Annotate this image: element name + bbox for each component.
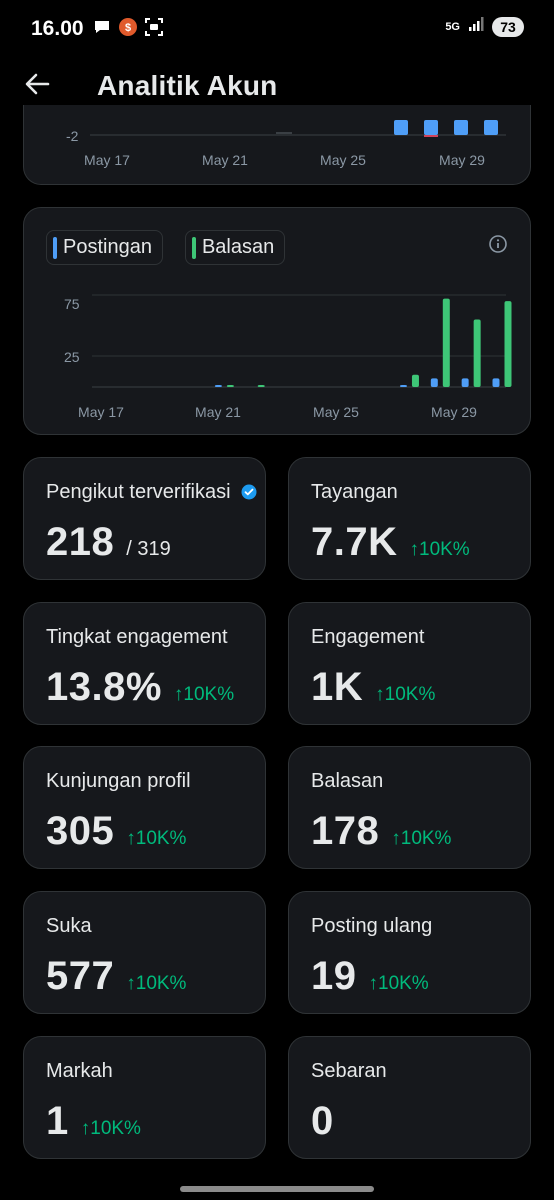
- stat-delta: ↑10K%: [409, 539, 470, 560]
- stat-title: Tingkat engagement: [46, 626, 228, 648]
- stat-row: 577 ↑10K%: [46, 954, 186, 999]
- stat-title: Balasan: [311, 770, 384, 792]
- x-tick-label: May 25: [313, 404, 359, 420]
- stat-card-engagement-rate[interactable]: Tingkat engagement 13.8% ↑10K%: [23, 602, 266, 725]
- stat-card-profile-visits[interactable]: Kunjungan profil 305 ↑10K%: [23, 746, 266, 869]
- stat-title: Posting ulang: [311, 915, 433, 937]
- stat-title: Kunjungan profil: [46, 770, 191, 792]
- stat-delta: ↑10K%: [173, 684, 235, 705]
- y-tick-label: 25: [64, 349, 80, 365]
- chart-bar: [424, 120, 438, 135]
- stat-card-shares[interactable]: Sebaran 0: [288, 1036, 531, 1159]
- posts-replies-chart: Postingan Balasan 75 25 May 17 May 21 Ma…: [23, 207, 531, 435]
- signal-icon: [468, 16, 484, 37]
- stat-card-replies[interactable]: Balasan 178 ↑10K%: [288, 746, 531, 869]
- chart-bar-postingan: [214, 385, 222, 387]
- chart-bar-balasan: [411, 374, 419, 387]
- stat-row: 305 ↑10K%: [46, 809, 186, 854]
- chart-bar: [454, 120, 468, 135]
- svg-text:$: $: [125, 22, 131, 34]
- stat-total: / 319: [126, 538, 171, 560]
- stat-delta: ↑10K%: [368, 973, 429, 994]
- app-badge-icon: $: [118, 17, 138, 37]
- screenshot-icon: [144, 17, 164, 37]
- chart-bar-postingan: [399, 385, 407, 387]
- stat-value: 305: [46, 809, 115, 853]
- stat-title: Sebaran: [311, 1060, 387, 1082]
- stat-title: Tayangan: [311, 481, 398, 503]
- status-right: 5G 73: [445, 16, 524, 37]
- stat-row: 1 ↑10K%: [46, 1099, 141, 1144]
- chart-bar-balasan: [442, 298, 450, 387]
- stat-row: 218 / 319: [46, 520, 171, 565]
- stat-value: 178: [311, 809, 380, 853]
- stat-title: Engagement: [311, 626, 425, 648]
- stat-delta: ↑10K%: [80, 1118, 141, 1139]
- stat-row: 19 ↑10K%: [311, 954, 429, 999]
- chart-top-svg: -2 May 17 May 21 May 25 May 29: [66, 120, 506, 168]
- network-type: 5G: [445, 20, 460, 33]
- stat-value: 19: [311, 954, 357, 998]
- stat-row: 7.7K ↑10K%: [311, 520, 470, 565]
- stat-card-reposts[interactable]: Posting ulang 19 ↑10K%: [288, 891, 531, 1014]
- chart-bar: [484, 120, 498, 135]
- y-tick-label: 75: [64, 296, 80, 312]
- stat-card-bookmarks[interactable]: Markah 1 ↑10K%: [23, 1036, 266, 1159]
- chart-bar: [424, 135, 438, 137]
- x-tick-label: May 21: [195, 404, 241, 420]
- y-tick-label: -2: [66, 128, 79, 144]
- x-tick-label: May 21: [202, 152, 248, 168]
- status-bar: 16.00 $ 5G 73: [0, 0, 554, 56]
- chart-bar-balasan: [504, 301, 512, 387]
- x-tick-label: May 17: [84, 152, 130, 168]
- activity-chart-top: -2 May 17 May 21 May 25 May 29: [23, 105, 531, 185]
- stat-delta: ↑10K%: [126, 973, 187, 994]
- chart-bar-postingan: [492, 378, 500, 387]
- battery-indicator: 73: [492, 16, 524, 37]
- chart-bar-postingan: [461, 378, 469, 387]
- page-title: Analitik Akun: [97, 70, 278, 101]
- stat-delta: ↑10K%: [391, 828, 452, 849]
- notification-icons: $: [92, 17, 164, 37]
- stat-value: 1: [46, 1099, 69, 1143]
- chart-bar-postingan: [430, 378, 438, 387]
- verified-badge-icon: [241, 484, 257, 500]
- chart-bar: [276, 132, 292, 134]
- x-tick-label: May 17: [78, 404, 124, 420]
- x-tick-label: May 29: [439, 152, 485, 168]
- x-tick-label: May 29: [431, 404, 477, 420]
- stat-value: 7.7K: [311, 520, 398, 564]
- x-tick-label: May 25: [320, 152, 366, 168]
- stat-title: Suka: [46, 915, 92, 937]
- stat-value: 13.8%: [46, 665, 162, 709]
- stat-title: Pengikut terverifikasi: [46, 481, 231, 503]
- stat-delta: ↑10K%: [126, 828, 187, 849]
- chart-bar-balasan: [226, 385, 234, 387]
- stat-row: 178 ↑10K%: [311, 809, 451, 854]
- chat-bubble-icon: [92, 17, 112, 37]
- stat-card-likes[interactable]: Suka 577 ↑10K%: [23, 891, 266, 1014]
- chart-bar: [394, 120, 408, 135]
- stat-card-engagement[interactable]: Engagement 1K ↑10K%: [288, 602, 531, 725]
- chart-bottom-svg: 75 25 May 17 May 21 May 25 May 29: [64, 294, 512, 420]
- stat-card-verified-followers[interactable]: Pengikut terverifikasi 218 / 319: [23, 457, 266, 580]
- stat-delta: ↑10K%: [375, 684, 436, 705]
- home-indicator[interactable]: [180, 1186, 374, 1192]
- stat-row: 0: [311, 1099, 334, 1144]
- stat-row: 1K ↑10K%: [311, 665, 435, 710]
- status-time: 16.00: [31, 17, 84, 40]
- stat-value: 577: [46, 954, 115, 998]
- stat-row: 13.8% ↑10K%: [46, 665, 234, 710]
- back-arrow-icon[interactable]: [22, 68, 54, 100]
- chart-bar-balasan: [473, 319, 481, 387]
- stat-value: 0: [311, 1099, 334, 1143]
- stat-value: 218: [46, 520, 115, 564]
- stat-value: 1K: [311, 665, 364, 709]
- chart-bars: [214, 298, 512, 387]
- stat-title: Markah: [46, 1060, 113, 1082]
- chart-bar-balasan: [257, 385, 265, 387]
- stat-card-impressions[interactable]: Tayangan 7.7K ↑10K%: [288, 457, 531, 580]
